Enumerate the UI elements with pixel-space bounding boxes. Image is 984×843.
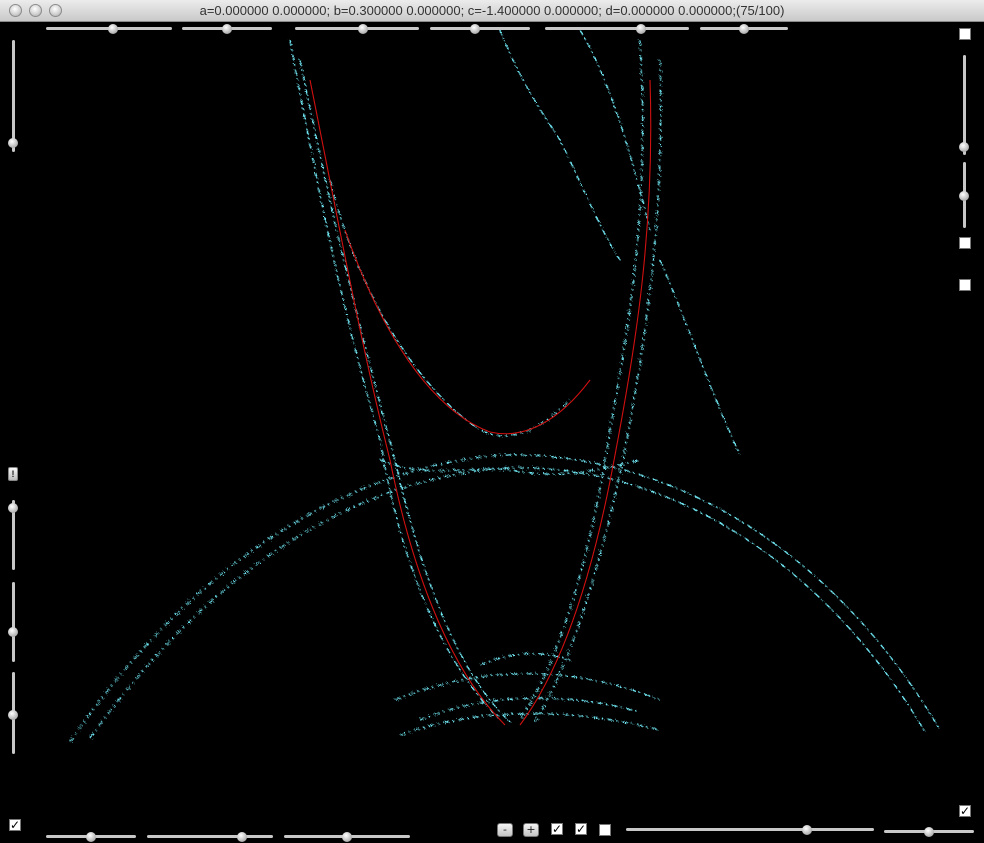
title-bar: a=0.000000 0.000000; b=0.300000 0.000000… <box>0 0 984 22</box>
bottom-slider-4[interactable] <box>626 825 874 835</box>
bottom-slider-3[interactable] <box>284 832 410 842</box>
right-slider-1[interactable] <box>959 55 969 155</box>
right-top-checkbox[interactable] <box>959 28 971 40</box>
red-left-curve <box>309 79 506 726</box>
bottom-checkbox-1[interactable]: ✓ <box>551 823 563 835</box>
red-right-curve <box>519 79 652 726</box>
bottom-slider-2[interactable] <box>147 832 273 842</box>
red-curves <box>309 79 652 726</box>
app-window: a=0.000000 0.000000; b=0.300000 0.000000… <box>0 0 984 843</box>
bottom-checkbox-2[interactable]: ✓ <box>575 823 587 835</box>
top-slider-6[interactable] <box>700 24 788 34</box>
warning-button[interactable]: ! <box>8 467 18 481</box>
right-branch-curve-b <box>534 59 662 723</box>
top-slider-2[interactable] <box>182 24 272 34</box>
bottom-fan-curve-d <box>479 652 571 666</box>
left-branch-curve-b <box>299 59 511 723</box>
bottom-checkbox-3[interactable] <box>599 824 611 836</box>
red-inner-curve <box>344 229 591 435</box>
upper-strand-b <box>579 29 651 231</box>
left-slider-1[interactable] <box>8 40 18 152</box>
bottom-fan-curve-c <box>419 697 641 721</box>
top-slider-5[interactable] <box>545 24 689 34</box>
right-spur-curve <box>659 259 741 456</box>
right-mid-checkbox[interactable] <box>959 237 971 249</box>
fractal-curves <box>69 29 941 743</box>
plus-button[interactable]: + <box>523 823 539 837</box>
minus-button[interactable]: - <box>497 823 513 837</box>
window-title: a=0.000000 0.000000; b=0.300000 0.000000… <box>199 3 785 18</box>
inner-v-curve <box>329 179 571 437</box>
right-bottom-checkbox[interactable]: ✓ <box>959 805 971 817</box>
left-slider-4[interactable] <box>8 672 18 754</box>
right-slider-2[interactable] <box>959 162 969 228</box>
bottom-fan-curve-b <box>394 672 661 701</box>
top-slider-4[interactable] <box>430 24 530 34</box>
right-mid2-checkbox[interactable] <box>959 279 971 291</box>
outer-arch-curve-a <box>69 454 941 743</box>
bottom-fan-curve-a <box>399 712 661 736</box>
upper-strand-a <box>499 29 621 261</box>
crossing-band <box>379 459 641 475</box>
outer-arch-curve-b <box>89 467 926 739</box>
left-slider-2[interactable] <box>8 500 18 570</box>
top-slider-3[interactable] <box>295 24 419 34</box>
top-slider-1[interactable] <box>46 24 172 34</box>
bottom-slider-1[interactable] <box>46 832 136 842</box>
left-bottom-checkbox[interactable]: ✓ <box>9 819 21 831</box>
left-branch-curve-a <box>289 39 501 721</box>
bottom-slider-5[interactable] <box>884 827 974 837</box>
fractal-canvas[interactable] <box>0 22 984 843</box>
left-slider-3[interactable] <box>8 582 18 662</box>
